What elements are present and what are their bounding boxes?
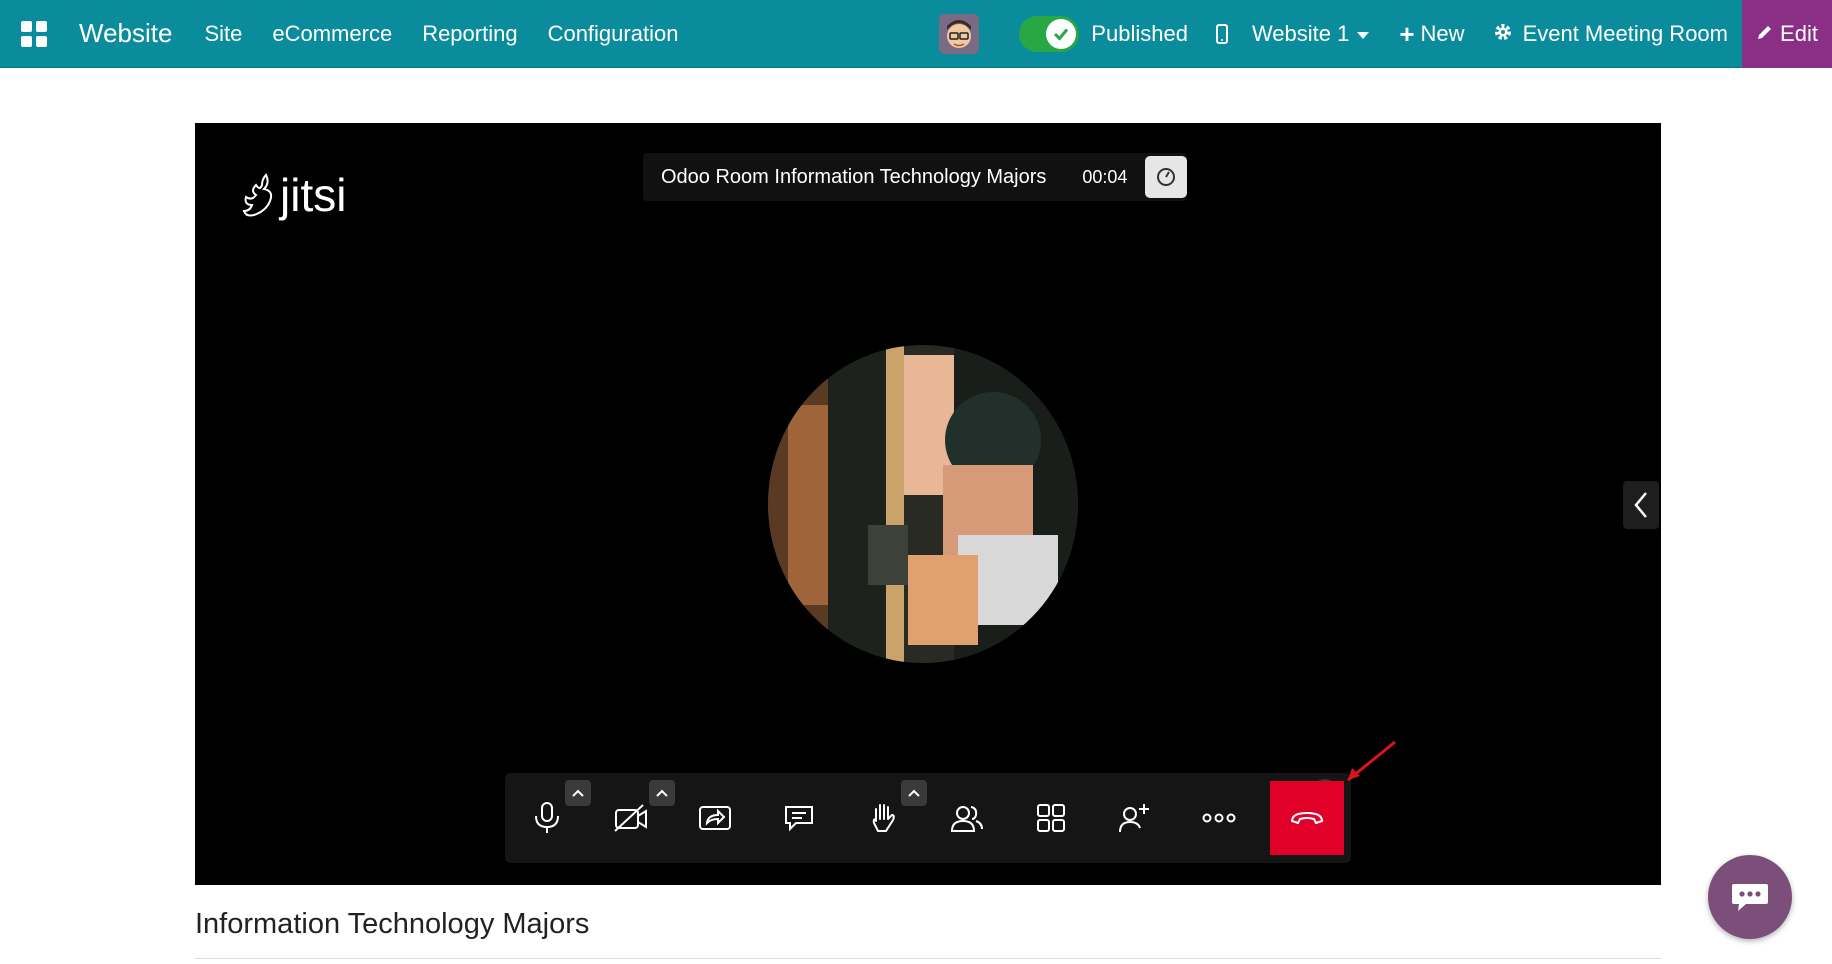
jitsi-meeting-frame[interactable]: jitsi Odoo Room Information Technology M… xyxy=(195,123,1661,885)
website-selector-label: Website 1 xyxy=(1251,21,1350,46)
jitsi-logo-icon xyxy=(242,173,273,217)
website-selector[interactable]: Website 1 xyxy=(1251,21,1370,47)
expand-filmstrip-button[interactable] xyxy=(1623,481,1659,529)
top-navbar: Website Site eCommerce Reporting Configu… xyxy=(0,0,1832,68)
reactions-chevron-up-icon[interactable] xyxy=(901,780,927,806)
invite-icon xyxy=(1119,804,1149,833)
chat-bubble-icon xyxy=(1732,884,1768,911)
connection-quality-icon[interactable] xyxy=(1145,156,1188,198)
published-label[interactable]: Published xyxy=(1091,21,1188,47)
livechat-button[interactable] xyxy=(1708,855,1792,939)
microphone-icon xyxy=(535,802,559,833)
meeting-header: Odoo Room Information Technology Majors … xyxy=(643,153,1188,201)
camera-options-chevron-up-icon[interactable] xyxy=(649,780,675,806)
participants-icon xyxy=(950,806,983,832)
more-actions-button[interactable] xyxy=(1177,773,1261,863)
edit-label: Edit xyxy=(1780,21,1818,46)
mobile-preview-icon[interactable] xyxy=(1215,24,1228,44)
share-screen-button[interactable] xyxy=(673,773,757,863)
check-icon xyxy=(1046,19,1077,49)
participants-button[interactable] xyxy=(925,773,1009,863)
gear-icon[interactable] xyxy=(1493,22,1513,47)
new-label: New xyxy=(1420,21,1465,46)
pencil-icon xyxy=(1756,21,1774,47)
raise-hand-icon xyxy=(872,804,895,832)
plus-icon: + xyxy=(1399,19,1415,49)
user-avatar[interactable] xyxy=(939,14,980,54)
app-brand[interactable]: Website xyxy=(79,18,172,49)
camera-off-icon xyxy=(614,804,647,832)
chat-icon xyxy=(785,806,813,832)
share-screen-icon xyxy=(699,806,731,830)
new-button[interactable]: + New xyxy=(1399,21,1464,47)
tile-view-button[interactable] xyxy=(1009,773,1093,863)
meeting-timer: 00:04 xyxy=(1082,166,1128,187)
jitsi-logo: jitsi xyxy=(240,168,346,222)
invite-button[interactable] xyxy=(1093,773,1177,863)
more-icon xyxy=(1202,813,1236,823)
hangup-button[interactable] xyxy=(1270,781,1344,855)
edit-button[interactable]: Edit xyxy=(1742,0,1832,68)
room-name: Odoo Room Information Technology Majors xyxy=(661,165,1047,188)
chat-button[interactable] xyxy=(757,773,841,863)
participant-video xyxy=(768,345,1078,663)
apps-menu-icon[interactable] xyxy=(21,20,47,47)
menu-reporting[interactable]: Reporting xyxy=(422,21,517,47)
menu-configuration[interactable]: Configuration xyxy=(548,21,679,47)
hangup-icon xyxy=(1290,811,1324,825)
record-name[interactable]: Event Meeting Room xyxy=(1523,21,1728,47)
meeting-toolbar: 1 xyxy=(505,773,1351,863)
menu-ecommerce[interactable]: eCommerce xyxy=(272,21,392,47)
microphone-options-chevron-up-icon[interactable] xyxy=(565,780,591,806)
menu-site[interactable]: Site xyxy=(204,21,242,47)
tile-view-icon xyxy=(1037,804,1065,832)
chevron-left-icon xyxy=(1634,492,1647,518)
annotation-arrow xyxy=(1347,740,1396,782)
page-title: Information Technology Majors xyxy=(195,908,590,940)
divider xyxy=(195,958,1661,959)
jitsi-logo-text: jitsi xyxy=(280,169,347,221)
publish-toggle[interactable] xyxy=(1019,16,1080,52)
caret-down-icon xyxy=(1357,31,1370,39)
